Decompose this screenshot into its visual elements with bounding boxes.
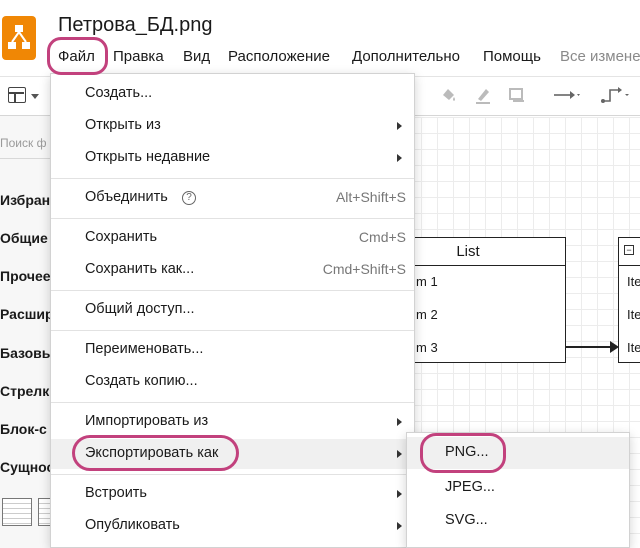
menu-item-label: Опубликовать	[85, 517, 180, 533]
chevron-right-icon	[397, 122, 402, 130]
menu-edit[interactable]: Правка	[113, 44, 164, 70]
export-svg[interactable]: SVG...	[407, 505, 629, 537]
menu-item-label: Открыть из	[85, 117, 161, 133]
menu-item-open-recent[interactable]: Открыть недавние	[51, 143, 414, 173]
menu-separator	[51, 218, 414, 219]
chevron-right-icon	[397, 154, 402, 162]
item-table-shape[interactable]: − Ite Ite Ite	[618, 237, 640, 363]
connector-line[interactable]	[566, 346, 616, 348]
menu-item-shortcut: Cmd+S	[358, 229, 406, 245]
list-table-row: m 2	[416, 307, 438, 322]
menu-item-shortcut: Cmd+Shift+S	[322, 261, 406, 277]
item-table-header: −	[619, 238, 640, 266]
line-color-icon[interactable]	[474, 86, 492, 109]
chevron-right-icon	[397, 490, 402, 498]
format-panel-icon[interactable]	[8, 87, 26, 103]
waypoints-icon[interactable]	[600, 86, 632, 109]
menu-item-merge[interactable]: Объединить ? Alt+Shift+S	[51, 183, 414, 213]
menu-view[interactable]: Вид	[183, 44, 210, 70]
menu-separator	[51, 330, 414, 331]
menu-item-embed[interactable]: Встроить	[51, 479, 414, 509]
highlight-file-menu	[47, 37, 108, 75]
list-table-row: m 1	[416, 274, 438, 289]
list-table-row: m 3	[416, 340, 438, 355]
chevron-right-icon	[397, 418, 402, 426]
menu-arrange[interactable]: Расположение	[228, 44, 330, 70]
menu-separator	[51, 290, 414, 291]
submenu-item-label: JPEG...	[445, 479, 495, 495]
menu-item-label: Объединить	[85, 189, 168, 205]
document-title[interactable]: Петрова_БД.png	[58, 14, 212, 37]
menu-separator	[51, 474, 414, 475]
sidebar-section-advanced[interactable]: Расшир	[0, 306, 54, 322]
file-menu: Создать... Открыть из Открыть недавние О…	[50, 73, 415, 548]
fill-color-icon[interactable]	[440, 86, 458, 109]
menu-item-label: Импортировать из	[85, 413, 209, 429]
sidebar-section-entity[interactable]: Сущнос	[0, 459, 54, 475]
highlight-png	[420, 433, 506, 473]
menu-item-label: Создать...	[85, 85, 153, 101]
menu-item-new[interactable]: Создать...	[51, 79, 414, 109]
menu-item-make-copy[interactable]: Создать копию...	[51, 367, 414, 397]
submenu-item-label: SVG...	[445, 512, 488, 528]
sidebar-section-general[interactable]: Общие	[0, 230, 48, 246]
connection-arrow-icon[interactable]	[552, 86, 582, 109]
sidebar-section-favorites[interactable]: Избран	[0, 192, 50, 208]
menu-item-label: Общий доступ...	[85, 301, 195, 317]
menu-item-label: Сохранить как...	[85, 261, 195, 277]
chevron-down-icon[interactable]	[31, 94, 39, 99]
shadow-icon[interactable]	[508, 86, 526, 109]
shapes-sidebar: Поиск ф Избран Общие Прочее Расшир Базов…	[0, 116, 54, 548]
app-logo[interactable]	[2, 16, 36, 60]
menu-separator	[51, 402, 414, 403]
sidebar-section-flowchart[interactable]: Блок-с	[0, 421, 47, 437]
menu-item-save[interactable]: Сохранить Cmd+S	[51, 223, 414, 253]
shapes-search-input[interactable]: Поиск ф	[0, 136, 46, 150]
menu-item-label: Переименовать...	[85, 341, 204, 357]
sidebar-section-arrows[interactable]: Стрелк	[0, 383, 49, 399]
menu-item-open-from[interactable]: Открыть из	[51, 111, 414, 141]
sidebar-section-misc[interactable]: Прочее	[0, 268, 51, 284]
menu-item-label: Встроить	[85, 485, 147, 501]
menu-separator	[51, 178, 414, 179]
chevron-right-icon	[397, 522, 402, 530]
menu-item-save-as[interactable]: Сохранить как... Cmd+Shift+S	[51, 255, 414, 285]
menu-item-share[interactable]: Общий доступ...	[51, 295, 414, 325]
menu-item-label: Создать копию...	[85, 373, 198, 389]
item-table-row: Ite	[627, 307, 640, 322]
menu-extras[interactable]: Дополнительно	[352, 44, 460, 70]
help-icon[interactable]: ?	[182, 191, 196, 205]
menu-item-shortcut: Alt+Shift+S	[335, 189, 406, 205]
highlight-export-as	[72, 435, 239, 471]
export-jpeg[interactable]: JPEG...	[407, 472, 629, 504]
item-table-row: Ite	[627, 340, 640, 355]
collapse-icon[interactable]: −	[624, 245, 634, 255]
menu-item-publish[interactable]: Опубликовать	[51, 511, 414, 541]
menu-item-label: Открыть недавние	[85, 149, 211, 165]
shape-thumbnail[interactable]	[2, 498, 32, 526]
item-table-row: Ite	[627, 274, 640, 289]
menu-item-import-from[interactable]: Импортировать из	[51, 407, 414, 437]
sidebar-section-basic[interactable]: Базовы	[0, 345, 54, 361]
menu-help[interactable]: Помощь	[483, 44, 541, 70]
menu-bar: Файл Правка Вид Расположение Дополнитель…	[50, 44, 640, 70]
menu-item-rename[interactable]: Переименовать...	[51, 335, 414, 365]
diagram-logo-icon	[8, 25, 30, 49]
search-divider	[0, 158, 52, 159]
chevron-right-icon	[397, 450, 402, 458]
save-status: Все изменен	[560, 48, 640, 65]
menu-item-label: Сохранить	[85, 229, 158, 245]
